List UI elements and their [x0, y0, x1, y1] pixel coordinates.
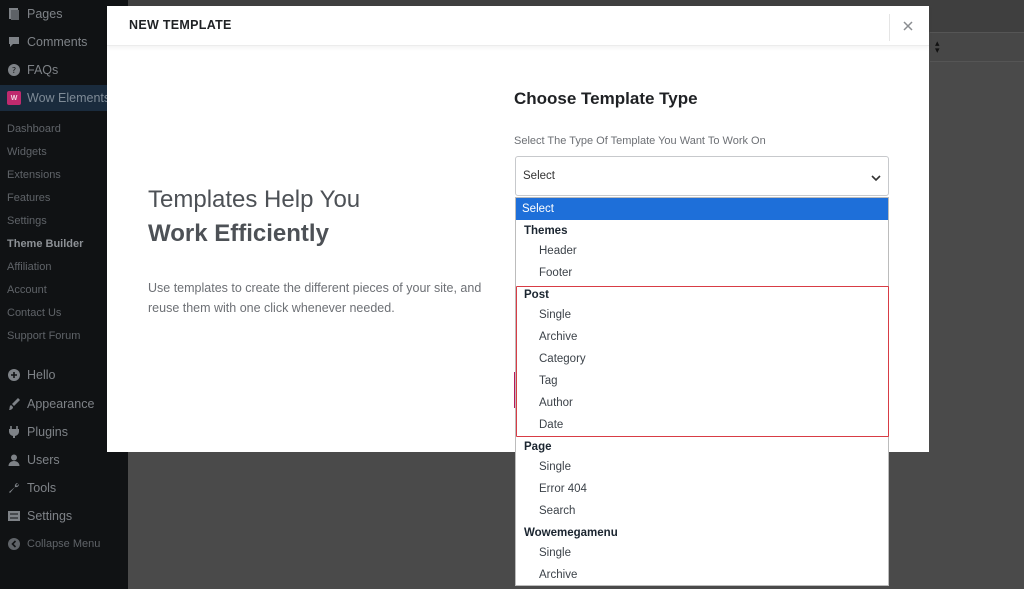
option-post-category[interactable]: Category — [539, 353, 586, 365]
settings-icon — [7, 509, 21, 523]
submenu-extensions[interactable]: Extensions — [7, 169, 61, 181]
optgroup-wowemegamenu: Wowemegamenu — [524, 527, 618, 539]
template-type-label: Select The Type Of Template You Want To … — [514, 135, 766, 147]
optgroup-page: Page — [524, 441, 552, 453]
option-page-single[interactable]: Single — [539, 461, 571, 473]
sidebar-item-label: FAQs — [27, 63, 59, 77]
option-post-date[interactable]: Date — [539, 419, 563, 431]
form-heading: Choose Template Type — [514, 89, 698, 108]
submenu-settings[interactable]: Settings — [7, 215, 47, 227]
submenu-widgets[interactable]: Widgets — [7, 146, 47, 158]
option-post-author[interactable]: Author — [539, 397, 573, 409]
brush-icon — [7, 397, 21, 411]
option-post-single[interactable]: Single — [539, 309, 571, 321]
sidebar-item-label: Users — [27, 453, 60, 467]
close-button[interactable] — [900, 18, 916, 34]
sidebar-item-tools[interactable]: Tools — [0, 475, 128, 501]
wow-elements-icon: W — [7, 91, 21, 105]
submenu-contact-us[interactable]: Contact Us — [7, 307, 61, 319]
option-themes-footer[interactable]: Footer — [539, 267, 572, 279]
promo-heading-line2: Work Efficiently — [148, 220, 329, 247]
modal-title: NEW TEMPLATE — [129, 18, 232, 32]
sidebar-item-label: Tools — [27, 481, 57, 495]
sidebar-item-label: Plugins — [27, 425, 68, 439]
table-header-strip — [930, 32, 1024, 62]
wrench-icon — [7, 481, 21, 495]
sidebar-collapse-menu[interactable]: Collapse Menu — [0, 531, 128, 557]
template-type-dropdown: Select Themes Header Footer Post Single … — [515, 197, 889, 586]
option-page-error-404[interactable]: Error 404 — [539, 483, 587, 495]
faq-icon: ? — [7, 63, 21, 77]
option-wowemegamenu-single[interactable]: Single — [539, 547, 571, 559]
chevron-down-icon — [871, 175, 881, 182]
option-select[interactable]: Select — [516, 198, 888, 220]
option-themes-header[interactable]: Header — [539, 245, 577, 257]
option-wowemegamenu-archive[interactable]: Archive — [539, 569, 577, 581]
sidebar-item-label: Pages — [27, 7, 63, 21]
sidebar-item-label: Comments — [27, 35, 88, 49]
pages-icon — [7, 7, 21, 21]
comments-icon — [7, 35, 21, 49]
promo-description: Use templates to create the different pi… — [148, 281, 482, 315]
submenu-affiliation[interactable]: Affiliation — [7, 261, 51, 273]
submenu-support-forum[interactable]: Support Forum — [7, 330, 80, 342]
sidebar-item-settings[interactable]: Settings — [0, 503, 128, 529]
close-icon — [903, 21, 913, 31]
sidebar-item-label: Collapse Menu — [27, 538, 101, 550]
submenu-dashboard[interactable]: Dashboard — [7, 123, 61, 135]
sidebar-item-label: Wow Elements — [27, 91, 111, 105]
user-icon — [7, 453, 21, 467]
sort-icon: ▴ ▾ — [935, 38, 940, 55]
option-post-archive[interactable]: Archive — [539, 331, 577, 343]
optgroup-post: Post — [524, 289, 549, 301]
svg-text:?: ? — [12, 66, 16, 75]
option-page-search[interactable]: Search — [539, 505, 575, 517]
optgroup-themes: Themes — [524, 225, 568, 237]
sidebar-item-label: Appearance — [27, 397, 95, 411]
plus-circle-icon — [7, 368, 21, 382]
sidebar-item-label: Settings — [27, 509, 73, 523]
submenu-features[interactable]: Features — [7, 192, 50, 204]
collapse-icon — [7, 537, 21, 551]
submenu-account[interactable]: Account — [7, 284, 47, 296]
select-current-value: Select — [523, 170, 555, 182]
sidebar-item-label: Hello — [27, 368, 56, 382]
promo-heading-line1: Templates Help You — [148, 186, 361, 213]
modal-header: NEW TEMPLATE — [107, 6, 929, 46]
submenu-theme-builder[interactable]: Theme Builder — [7, 238, 83, 250]
header-divider — [889, 14, 890, 41]
plug-icon — [7, 425, 21, 439]
template-type-select[interactable]: Select — [515, 156, 889, 196]
option-post-tag[interactable]: Tag — [539, 375, 558, 387]
